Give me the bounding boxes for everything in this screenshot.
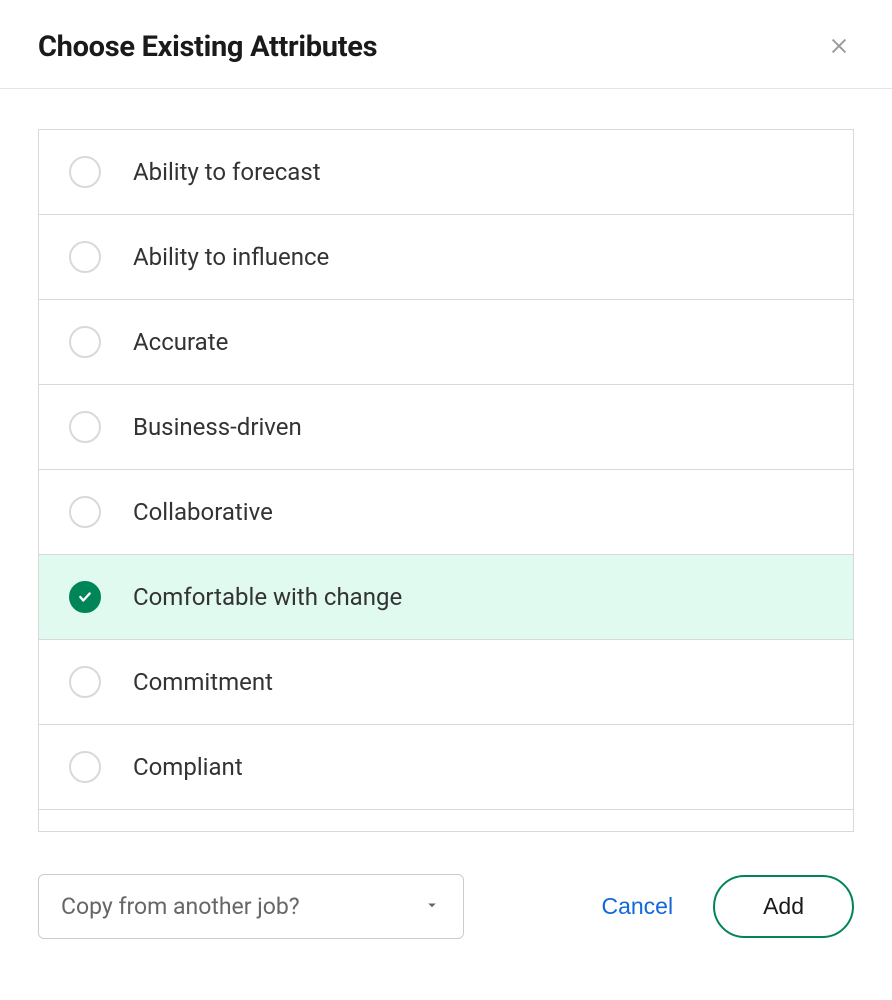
close-icon xyxy=(828,35,850,60)
attribute-label: Commitment xyxy=(133,668,273,696)
attribute-row[interactable]: Accurate xyxy=(39,300,853,385)
add-button[interactable]: Add xyxy=(713,875,854,938)
attribute-checkbox[interactable] xyxy=(69,156,101,188)
attribute-row[interactable]: Collaborative xyxy=(39,470,853,555)
attribute-label: Compliant xyxy=(133,753,243,781)
attribute-checkbox[interactable] xyxy=(69,581,101,613)
chevron-down-icon xyxy=(423,896,441,918)
attribute-row[interactable]: Ability to forecast xyxy=(39,130,853,215)
cancel-button[interactable]: Cancel xyxy=(581,883,693,930)
attribute-label: Comfortable with change xyxy=(133,583,402,611)
attribute-label: Business-driven xyxy=(133,413,302,441)
attribute-checkbox[interactable] xyxy=(69,496,101,528)
attribute-label: Ability to influence xyxy=(133,243,329,271)
list-tail xyxy=(39,810,853,832)
modal-title: Choose Existing Attributes xyxy=(38,30,377,64)
dropdown-label: Copy from another job? xyxy=(61,893,300,920)
attribute-checkbox[interactable] xyxy=(69,411,101,443)
choose-attributes-modal: Choose Existing Attributes Ability to fo… xyxy=(0,0,892,939)
modal-footer: Copy from another job? Cancel Add xyxy=(0,832,892,939)
attribute-label: Ability to forecast xyxy=(133,158,321,186)
close-button[interactable] xyxy=(824,31,854,64)
attribute-list: Ability to forecast Ability to influence A… xyxy=(38,129,854,832)
modal-header: Choose Existing Attributes xyxy=(0,0,892,89)
attribute-label: Collaborative xyxy=(133,498,273,526)
attribute-label: Accurate xyxy=(133,328,228,356)
attribute-row[interactable]: Comfortable with change xyxy=(39,555,853,640)
attribute-row[interactable]: Commitment xyxy=(39,640,853,725)
attribute-row[interactable]: Compliant xyxy=(39,725,853,810)
attribute-checkbox[interactable] xyxy=(69,241,101,273)
attribute-checkbox[interactable] xyxy=(69,326,101,358)
attribute-row[interactable]: Business-driven xyxy=(39,385,853,470)
modal-content: Ability to forecast Ability to influence A… xyxy=(0,89,892,832)
attribute-row[interactable]: Ability to influence xyxy=(39,215,853,300)
copy-from-job-dropdown[interactable]: Copy from another job? xyxy=(38,874,464,939)
attribute-checkbox[interactable] xyxy=(69,751,101,783)
attribute-checkbox[interactable] xyxy=(69,666,101,698)
